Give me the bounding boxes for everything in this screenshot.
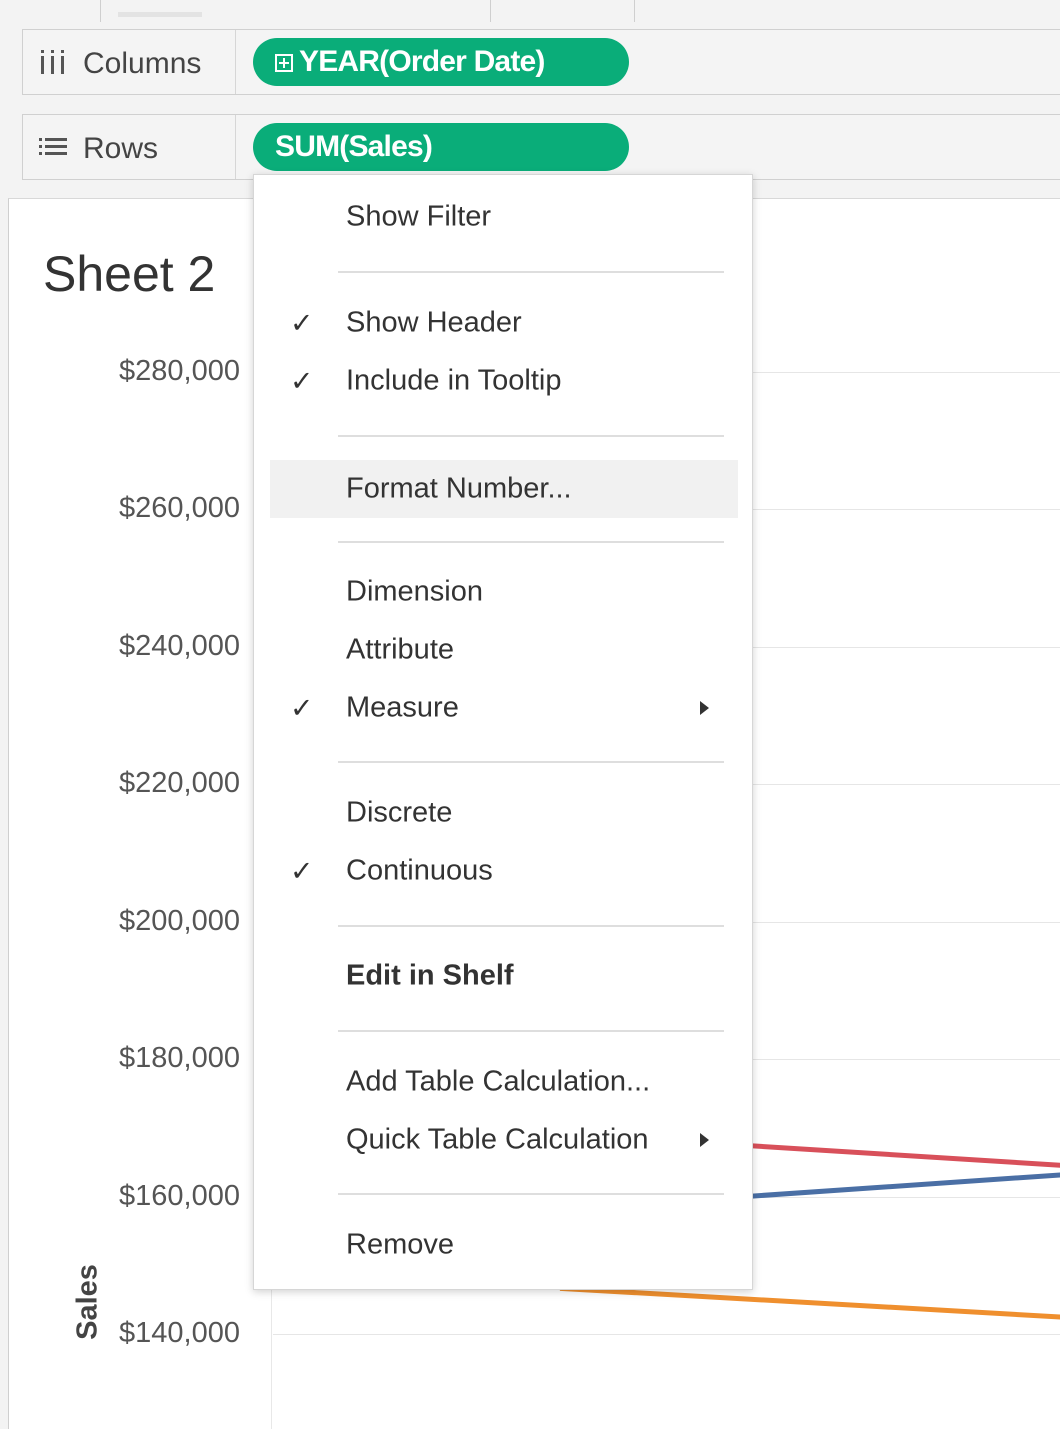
menu-item-include-in-tooltip[interactable]: ✓ Include in Tooltip: [254, 356, 752, 406]
divider: [100, 0, 101, 22]
menu-item-add-table-calculation[interactable]: Add Table Calculation...: [254, 1057, 752, 1107]
menu-item-label: Discrete: [346, 796, 453, 829]
menu-separator: [338, 541, 724, 543]
year-order-date-pill[interactable]: YEAR(Order Date): [253, 38, 629, 86]
expand-icon[interactable]: [275, 54, 293, 72]
menu-item-discrete[interactable]: Discrete: [254, 788, 752, 838]
menu-separator: [338, 925, 724, 927]
y-tick-label: $160,000: [119, 1179, 240, 1212]
menu-item-quick-table-calculation[interactable]: Quick Table Calculation: [254, 1115, 752, 1165]
pill-context-menu: Show Filter ✓ Show Header ✓ Include in T…: [253, 174, 753, 1290]
y-tick-label: $180,000: [119, 1042, 240, 1075]
y-tick-label: $140,000: [119, 1317, 240, 1349]
rows-label: Rows: [83, 132, 159, 165]
rows-icon: [39, 138, 67, 155]
y-tick-label: $280,000: [119, 355, 240, 387]
pill-label: YEAR(Order Date): [299, 45, 545, 78]
y-axis-label: Sales: [71, 1264, 104, 1340]
menu-item-label: Continuous: [346, 854, 493, 887]
rows-shelf-label-area: Rows: [23, 115, 236, 179]
menu-item-attribute[interactable]: Attribute: [254, 625, 752, 675]
menu-item-continuous[interactable]: ✓ Continuous: [254, 846, 752, 896]
menu-item-label: Show Filter: [346, 200, 492, 233]
rows-shelf[interactable]: Rows SUM(Sales): [22, 114, 1060, 180]
checkmark-icon: ✓: [290, 692, 314, 724]
menu-item-label: Remove: [346, 1228, 454, 1261]
y-tick-label: $220,000: [119, 767, 240, 800]
menu-item-measure[interactable]: ✓ Measure: [254, 683, 752, 733]
columns-shelf-label-area: Columns: [23, 30, 236, 94]
tab-hint: [118, 12, 202, 17]
checkmark-icon: ✓: [290, 855, 314, 887]
menu-item-label: Attribute: [346, 633, 454, 666]
menu-item-label: Show Header: [346, 306, 522, 339]
menu-item-label: Format Number...: [346, 472, 572, 505]
menu-item-label: Add Table Calculation...: [346, 1065, 651, 1098]
sheet-title: Sheet 2: [43, 246, 216, 302]
divider: [490, 0, 491, 22]
menu-item-label: Dimension: [346, 575, 483, 608]
menu-item-label: Include in Tooltip: [346, 364, 562, 397]
y-tick-label: $200,000: [119, 904, 240, 937]
sum-sales-pill[interactable]: SUM(Sales): [253, 123, 629, 171]
menu-item-edit-in-shelf[interactable]: Edit in Shelf: [254, 951, 752, 1001]
divider: [634, 0, 635, 22]
gridline: [273, 1334, 1060, 1335]
menu-item-show-header[interactable]: ✓ Show Header: [254, 298, 752, 348]
checkmark-icon: ✓: [290, 307, 314, 339]
menu-item-label: Edit in Shelf: [346, 959, 514, 992]
submenu-arrow-icon: [700, 701, 709, 715]
menu-item-dimension[interactable]: Dimension: [254, 567, 752, 617]
y-tick-label: $260,000: [119, 492, 240, 525]
menu-separator: [338, 1193, 724, 1195]
columns-icon: [41, 50, 64, 74]
columns-label: Columns: [83, 47, 202, 80]
menu-item-remove[interactable]: Remove: [254, 1220, 752, 1270]
menu-separator: [338, 435, 724, 437]
menu-item-label: Measure: [346, 691, 459, 724]
menu-separator: [338, 761, 724, 763]
checkmark-icon: ✓: [290, 365, 314, 397]
menu-separator: [338, 1030, 724, 1032]
y-tick-label: $240,000: [119, 629, 240, 662]
columns-shelf[interactable]: Columns YEAR(Order Date): [22, 29, 1060, 95]
menu-separator: [338, 271, 724, 273]
menu-item-format-number[interactable]: Format Number...: [270, 460, 738, 518]
submenu-arrow-icon: [700, 1133, 709, 1147]
menu-item-label: Quick Table Calculation: [346, 1123, 649, 1156]
pill-label: SUM(Sales): [275, 130, 433, 163]
toolbar-strip: [0, 0, 1060, 28]
menu-item-show-filter[interactable]: Show Filter: [254, 192, 752, 242]
